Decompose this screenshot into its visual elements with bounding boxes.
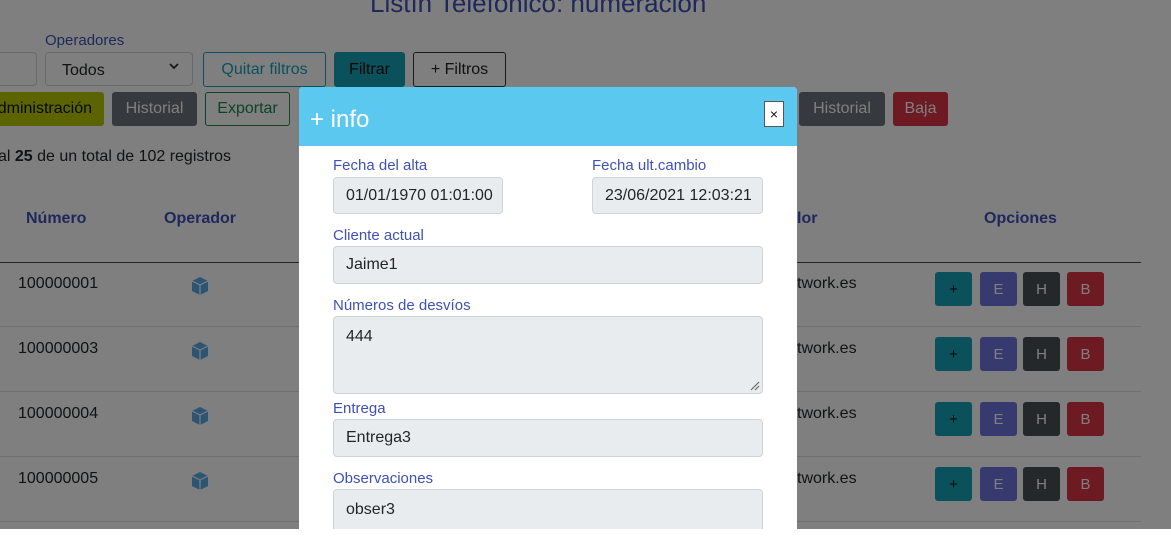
fecha-cambio-field[interactable]: 23/06/2021 12:03:21 xyxy=(592,177,763,214)
desvios-textarea[interactable]: 444 xyxy=(333,316,763,394)
entrega-field[interactable]: Entrega3 xyxy=(333,419,763,457)
close-icon[interactable]: × xyxy=(764,101,784,127)
modal-title: + info xyxy=(310,106,370,133)
info-modal: + info × Fecha del alta 01/01/1970 01:01… xyxy=(299,87,797,537)
desvios-value: 444 xyxy=(346,328,373,345)
observaciones-label: Observaciones xyxy=(333,470,434,487)
fecha-alta-field[interactable]: 01/01/1970 01:01:00 xyxy=(333,177,503,214)
cliente-label: Cliente actual xyxy=(333,227,424,244)
resize-grip-icon[interactable] xyxy=(748,379,760,391)
entrega-label: Entrega xyxy=(333,400,386,417)
fecha-cambio-label: Fecha ult.cambio xyxy=(592,157,707,174)
observaciones-field[interactable]: obser3 xyxy=(333,489,763,529)
cliente-field[interactable]: Jaime1 xyxy=(333,246,763,284)
modal-header: + info × xyxy=(299,87,797,146)
fecha-alta-label: Fecha del alta xyxy=(333,157,428,174)
desvios-label: Números de desvíos xyxy=(333,297,471,314)
